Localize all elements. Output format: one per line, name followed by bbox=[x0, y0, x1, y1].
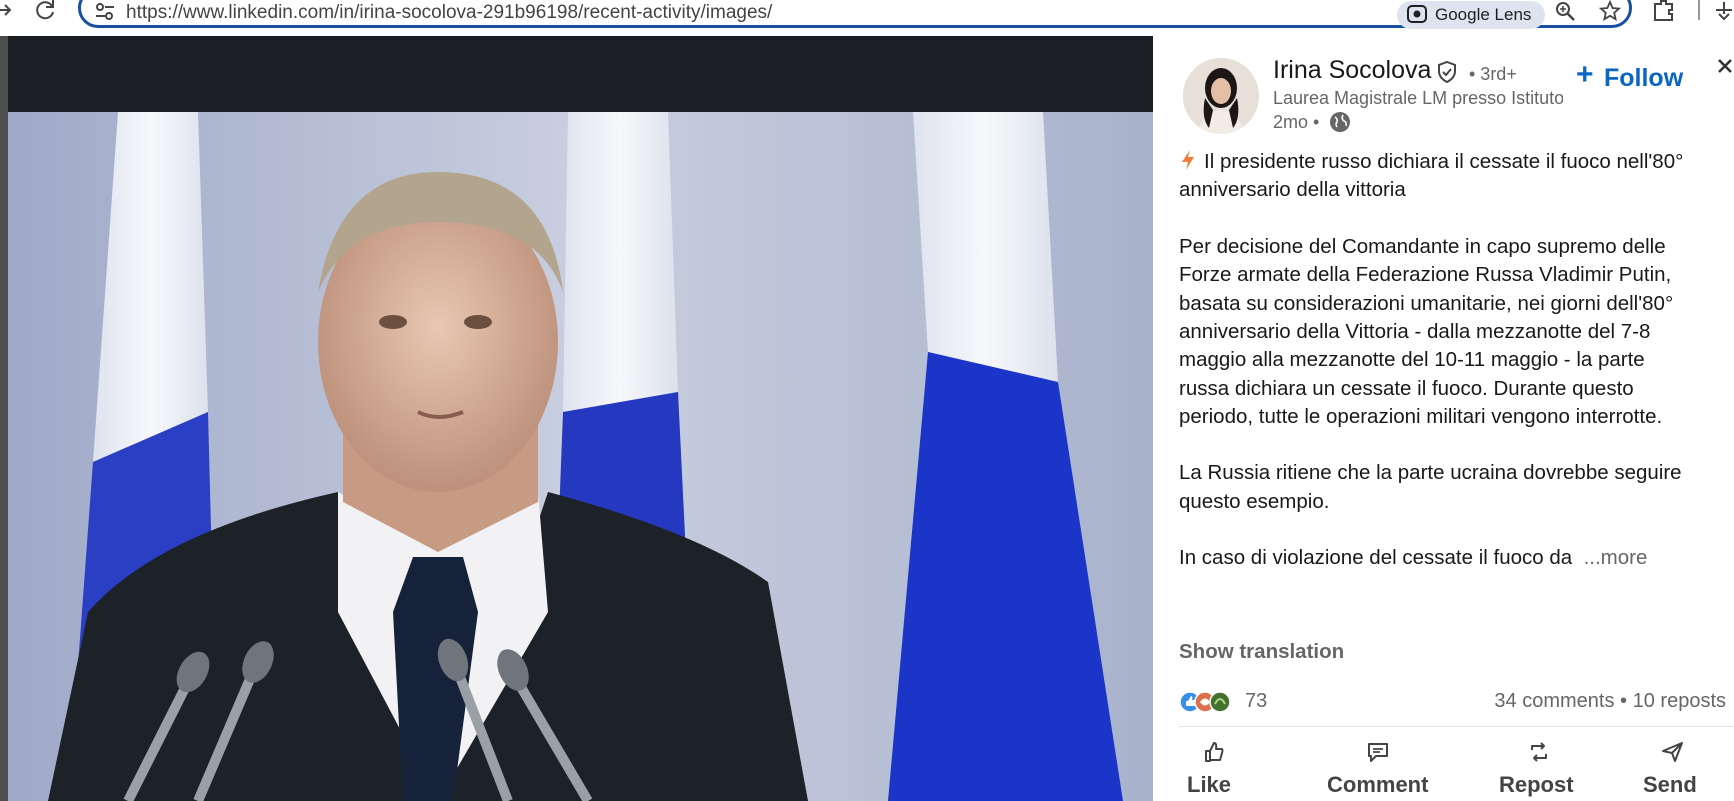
post-line: anniversario della Vittoria - dalla mezz… bbox=[1179, 319, 1651, 343]
post-line: periodo, tutte le operazioni militari ve… bbox=[1179, 404, 1663, 428]
globe-icon bbox=[1329, 111, 1351, 133]
close-icon[interactable] bbox=[1713, 56, 1734, 82]
post-line: Per decisione del Comandante in capo sup… bbox=[1179, 235, 1666, 258]
post-line: Il presidente russo dichiara il cessate … bbox=[1179, 148, 1683, 176]
connection-degree: • 3rd+ bbox=[1469, 64, 1517, 84]
post-line: La Russia ritiene che la parte ucraina d… bbox=[1179, 461, 1682, 485]
like-button[interactable]: Like bbox=[1187, 738, 1247, 800]
reaction-count[interactable]: 73 bbox=[1245, 690, 1267, 713]
url-text[interactable]: https://www.linkedin.com/in/irina-socolo… bbox=[126, 2, 772, 24]
comments-count[interactable]: 34 comments bbox=[1494, 690, 1614, 712]
reposts-count[interactable]: 10 reposts bbox=[1633, 690, 1726, 712]
post-line: questo esempio. bbox=[1179, 489, 1330, 513]
send-button[interactable]: Send bbox=[1643, 738, 1703, 800]
post-line: maggio alla mezzanotte del 10-11 maggio … bbox=[1179, 348, 1645, 372]
post-line: basata su considerazioni umanitarie, nei… bbox=[1179, 291, 1674, 315]
extensions-icon[interactable] bbox=[1652, 0, 1676, 22]
avatar[interactable] bbox=[1183, 58, 1259, 134]
image-viewer bbox=[8, 36, 1153, 801]
like-label: Like bbox=[1187, 772, 1232, 797]
post-line: In caso di violazione del cessate il fuo… bbox=[1179, 546, 1648, 570]
see-more-link[interactable]: ...more bbox=[1584, 546, 1648, 569]
social-counts: 34 comments • 10 reposts bbox=[1494, 690, 1726, 713]
follow-label: Follow bbox=[1604, 64, 1684, 92]
send-label: Send bbox=[1643, 772, 1697, 797]
bookmark-star-icon[interactable] bbox=[1598, 0, 1622, 22]
post-image bbox=[8, 112, 1153, 801]
repost-button[interactable]: Repost bbox=[1499, 738, 1579, 800]
browser-toolbar: https://www.linkedin.com/in/irina-socolo… bbox=[0, 0, 1734, 36]
comment-button[interactable]: Comment bbox=[1327, 738, 1437, 800]
forward-icon[interactable] bbox=[0, 2, 14, 18]
like-icon bbox=[1202, 740, 1226, 764]
zoom-icon[interactable] bbox=[1555, 1, 1577, 23]
verified-icon bbox=[1435, 60, 1459, 84]
post-time: 2mo • bbox=[1273, 112, 1320, 132]
plus-icon: + bbox=[1576, 58, 1594, 91]
post-details-panel: Irina Socolova • 3rd+ Laurea Magistrale … bbox=[1153, 36, 1734, 801]
site-settings-icon[interactable] bbox=[95, 3, 115, 21]
page-overlay bbox=[0, 36, 8, 801]
address-bar[interactable]: https://www.linkedin.com/in/irina-socolo… bbox=[78, 0, 1632, 29]
post-line: Forze armate della Federazione Russa Vla… bbox=[1179, 263, 1672, 287]
reactions-icons[interactable] bbox=[1179, 690, 1239, 714]
repost-icon bbox=[1527, 740, 1551, 764]
author-name[interactable]: Irina Socolova bbox=[1273, 56, 1431, 85]
post-line: anniversario della vittoria bbox=[1179, 178, 1406, 202]
repost-label: Repost bbox=[1499, 772, 1574, 797]
show-translation-link[interactable]: Show translation bbox=[1179, 640, 1344, 664]
profile-icon[interactable] bbox=[1714, 0, 1734, 22]
comment-label: Comment bbox=[1327, 772, 1429, 797]
send-icon bbox=[1661, 740, 1685, 764]
reload-icon[interactable] bbox=[34, 0, 58, 20]
lightning-icon bbox=[1179, 149, 1197, 171]
separator-dot: • bbox=[1620, 690, 1628, 712]
google-lens-icon bbox=[1407, 5, 1427, 23]
author-headline: Laurea Magistrale LM presso Istituto Uni… bbox=[1273, 88, 1563, 108]
google-lens-button[interactable]: Google Lens bbox=[1397, 1, 1545, 29]
toolbar-divider bbox=[1698, 0, 1700, 20]
google-lens-label: Google Lens bbox=[1435, 5, 1532, 24]
comment-icon bbox=[1366, 740, 1390, 764]
divider bbox=[1179, 726, 1734, 727]
follow-button[interactable]: + Follow bbox=[1576, 60, 1702, 96]
post-line: russa dichiara un cessate il fuoco. Dura… bbox=[1179, 376, 1634, 400]
